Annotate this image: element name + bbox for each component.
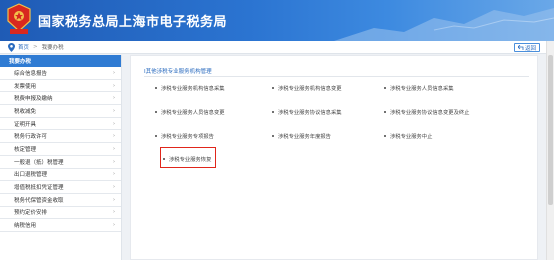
service-link[interactable]: 涉税专业服务人员信息采集 <box>384 84 454 92</box>
service-link-label: 涉税专业服务中止 <box>390 134 433 140</box>
chevron-right-icon: › <box>113 145 115 152</box>
sidebar-item-label: 税收减免 <box>14 108 37 115</box>
sidebar-item-label: 税务代保管资金收取 <box>14 197 64 204</box>
chevron-right-icon: › <box>113 196 115 203</box>
breadcrumb: 首页 > 我要办税 返回 <box>0 41 546 54</box>
return-arrow-icon <box>517 45 524 50</box>
bullet-icon <box>272 135 274 137</box>
chevron-right-icon: › <box>113 69 115 76</box>
sidebar-item[interactable]: 税费申报及缴纳 › <box>0 92 121 106</box>
sidebar-item[interactable]: 核定管理 › <box>0 143 121 156</box>
chevron-right-icon: › <box>113 95 115 102</box>
service-link-label: 涉税专业服务机构信息采集 <box>161 86 225 92</box>
bullet-icon <box>155 87 157 89</box>
service-link[interactable]: 涉税专业服务协议信息变更及终止 <box>384 108 469 116</box>
bullet-icon <box>272 87 274 89</box>
sidebar-item-label: 证明开具 <box>14 121 37 128</box>
sidebar-item[interactable]: 税务行政许可 › <box>0 130 121 144</box>
sidebar-item[interactable]: 增值税抵扣凭证管理 › <box>0 181 121 194</box>
scrollbar-thumb[interactable] <box>548 55 553 205</box>
sidebar-item[interactable]: 综合信息报告 › <box>0 67 121 80</box>
service-link[interactable]: 涉税专业服务人员信息变更 <box>155 108 225 116</box>
sidebar-item-label: 综合信息报告 <box>14 70 48 77</box>
section-divider <box>144 76 529 77</box>
service-link-label: 涉税专业服务专项报告 <box>161 134 214 140</box>
service-link-label: 涉税专业服务机构信息变更 <box>278 86 342 92</box>
service-link[interactable]: 涉税专业服务专项报告 <box>155 132 214 140</box>
section-title: Ⅰ其他涉税专业服务机构管理 <box>144 67 212 75</box>
sidebar-item[interactable]: 发票使用 › <box>0 80 121 93</box>
section-title-text: Ⅰ其他涉税专业服务机构管理 <box>144 69 212 75</box>
sidebar-item[interactable]: 税务代保管资金收取 › <box>0 194 121 207</box>
chevron-right-icon: › <box>113 120 115 127</box>
great-wall-graphic <box>334 8 554 41</box>
breadcrumb-home-link[interactable]: 首页 <box>18 43 29 51</box>
sidebar-item-label: 发票使用 <box>14 83 37 90</box>
service-link-label: 涉税专业服务人员信息采集 <box>390 86 454 92</box>
sidebar-item-label: 预约定价安排 <box>14 210 48 217</box>
service-link-label: 涉税专业服务协议信息变更及终止 <box>390 110 470 116</box>
sidebar-item-label: 纳税信用 <box>14 223 37 230</box>
bullet-icon <box>155 111 157 113</box>
page-scrollbar[interactable] <box>546 41 554 260</box>
service-link-label: 涉税专业服务年度报告 <box>278 134 331 140</box>
service-link[interactable]: 涉税专业服务机构信息采集 <box>155 84 225 92</box>
chevron-right-icon: › <box>113 158 115 165</box>
sidebar-item-label: 增值税抵扣凭证管理 <box>14 185 64 192</box>
bullet-icon <box>384 135 386 137</box>
sidebar-item-label: 核定管理 <box>14 146 37 153</box>
bullet-icon <box>384 87 386 89</box>
sidebar-item-label: 税务行政许可 <box>14 134 48 141</box>
back-button[interactable]: 返回 <box>514 43 540 52</box>
sidebar-item-label: 税费申报及缴纳 <box>14 96 53 103</box>
site-header: 国家税务总局上海市电子税务局 <box>0 0 554 41</box>
sidebar-item[interactable]: 纳税信用 › <box>0 219 121 232</box>
sidebar-item[interactable]: 出口退税管理 › <box>0 169 121 182</box>
highlight-annotation-box <box>160 147 216 168</box>
sidebar: 我要办税 综合信息报告 › 发票使用 › 税费申报及缴纳 › 税收减免 › 证明开具 › … <box>0 55 122 260</box>
service-link-label: 涉税专业服务人员信息变更 <box>161 110 225 116</box>
site-title: 国家税务总局上海市电子税务局 <box>38 15 228 30</box>
sidebar-item-label: 出口退税管理 <box>14 172 48 179</box>
back-button-label: 返回 <box>524 45 536 52</box>
chevron-right-icon: › <box>113 184 115 191</box>
location-pin-icon <box>8 42 15 52</box>
sidebar-item[interactable]: 预约定价安排 › <box>0 207 121 220</box>
chevron-right-icon: › <box>113 171 115 178</box>
bullet-icon <box>272 111 274 113</box>
service-link[interactable]: 涉税专业服务协议信息采集 <box>272 108 342 116</box>
chevron-right-icon: › <box>113 209 115 216</box>
bullet-icon <box>384 111 386 113</box>
chevron-right-icon: › <box>113 133 115 140</box>
service-link[interactable]: 涉税专业服务年度报告 <box>272 132 331 140</box>
sidebar-item[interactable]: 一般退（抵）税管理 › <box>0 156 121 169</box>
breadcrumb-separator: > <box>33 44 38 50</box>
service-link-label: 涉税专业服务协议信息采集 <box>278 110 342 116</box>
chevron-right-icon: › <box>113 222 115 229</box>
breadcrumb-current: 我要办税 <box>41 45 64 51</box>
sidebar-item[interactable]: 税收减免 › <box>0 105 121 118</box>
sidebar-item-label: 一般退（抵）税管理 <box>14 159 64 166</box>
sidebar-heading: 我要办税 <box>0 55 121 67</box>
chevron-right-icon: › <box>113 82 115 89</box>
bullet-icon <box>155 135 157 137</box>
service-link[interactable]: 涉税专业服务中止 <box>384 132 432 140</box>
service-link[interactable]: 涉税专业服务机构信息变更 <box>272 84 342 92</box>
chevron-right-icon: › <box>113 107 115 114</box>
sidebar-item[interactable]: 证明开具 › <box>0 118 121 131</box>
tax-emblem-icon <box>7 3 31 34</box>
